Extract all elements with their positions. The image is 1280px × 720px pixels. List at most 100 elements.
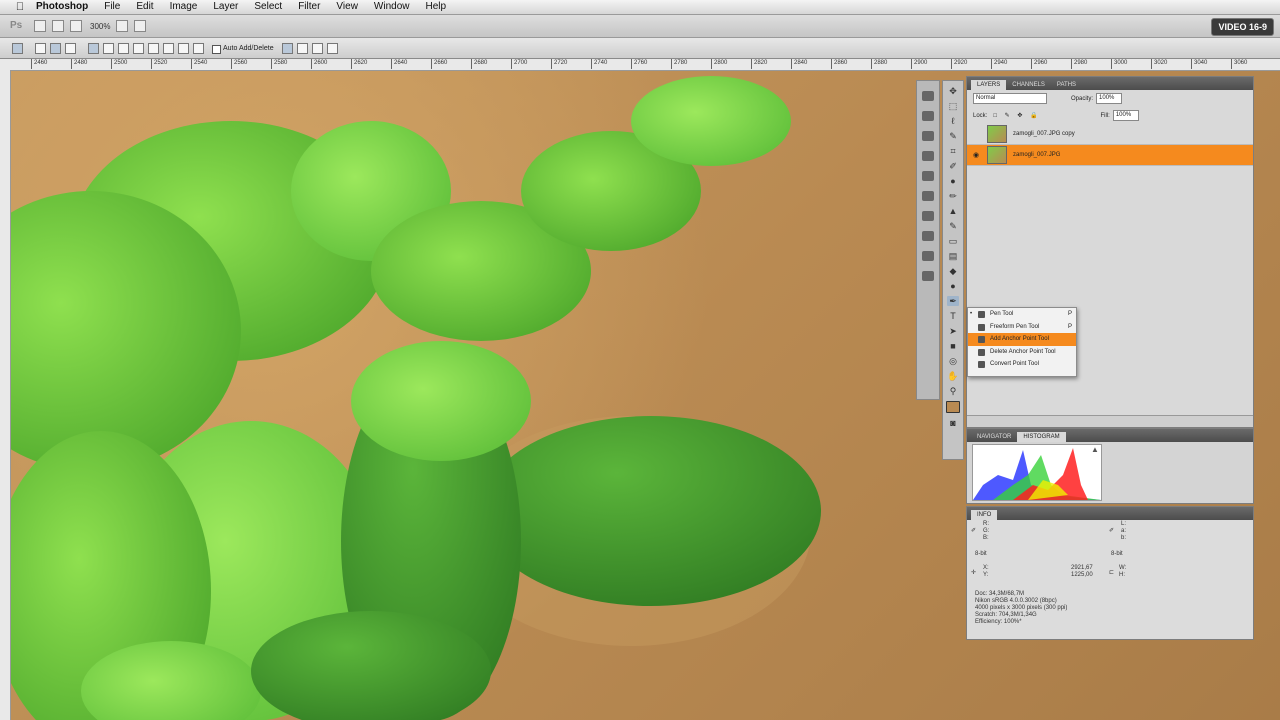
menu-view[interactable]: View bbox=[328, 0, 366, 14]
ruler-tick: 2960 bbox=[1031, 59, 1047, 69]
brush-tool-icon[interactable]: ✏ bbox=[947, 191, 959, 201]
screen-mode-button[interactable] bbox=[134, 20, 147, 32]
color-icon[interactable] bbox=[922, 131, 934, 141]
ruler-tick: 2920 bbox=[951, 59, 967, 69]
tab-channels[interactable]: CHANNELS bbox=[1006, 80, 1051, 90]
history-icon[interactable] bbox=[922, 91, 934, 101]
character-icon[interactable] bbox=[922, 191, 934, 201]
menu-layer[interactable]: Layer bbox=[205, 0, 246, 14]
line-icon[interactable] bbox=[178, 42, 189, 54]
history-brush-tool-icon[interactable]: ✎ bbox=[947, 221, 959, 231]
lock-row: Lock: □ ✎ ✥ 🔒 Fill: 100% bbox=[967, 107, 1253, 124]
marquee-tool-icon[interactable]: ⬚ bbox=[947, 101, 959, 111]
pen-tool-icon[interactable]: ✒ bbox=[947, 296, 959, 306]
menu-help[interactable]: Help bbox=[418, 0, 455, 14]
crosshair-icon: ✛ bbox=[971, 570, 977, 576]
path-selection-tool-icon[interactable]: ➤ bbox=[947, 326, 959, 336]
arrange-documents-button[interactable] bbox=[116, 20, 129, 32]
adjustments-icon[interactable] bbox=[922, 171, 934, 181]
x-label: X: bbox=[983, 565, 989, 571]
layer-row[interactable]: zamogli_007.JPG copy bbox=[967, 124, 1253, 145]
zoom-tool-icon[interactable]: ⚲ bbox=[947, 386, 959, 396]
move-tool-icon[interactable]: ✥ bbox=[947, 86, 959, 96]
hand-tool-icon[interactable]: ✋ bbox=[947, 371, 959, 381]
tab-paths[interactable]: PATHS bbox=[1051, 80, 1082, 90]
actions-icon[interactable] bbox=[922, 111, 934, 121]
menu-app-name[interactable]: Photoshop bbox=[36, 0, 96, 14]
pen-tool-preset-icon[interactable] bbox=[12, 42, 23, 54]
eyedropper-tool-icon[interactable]: ✐ bbox=[947, 161, 959, 171]
eye-icon[interactable]: ◉ bbox=[971, 151, 981, 159]
crop-tool-icon[interactable]: ⌗ bbox=[947, 146, 959, 156]
shortcut-key: P bbox=[1067, 311, 1072, 317]
zoom-level-select[interactable]: 300% bbox=[90, 22, 110, 31]
eraser-tool-icon[interactable]: ▭ bbox=[947, 236, 959, 246]
gradient-tool-icon[interactable]: ▤ bbox=[947, 251, 959, 261]
layer-thumbnail bbox=[987, 146, 1007, 164]
freeform-pen-icon[interactable] bbox=[103, 42, 114, 54]
foreground-color-swatch[interactable] bbox=[946, 401, 960, 413]
auto-add-delete-checkbox[interactable] bbox=[212, 44, 221, 54]
type-tool-icon[interactable]: T bbox=[947, 311, 959, 321]
polygon-icon[interactable] bbox=[163, 42, 174, 54]
tab-histogram[interactable]: HISTOGRAM bbox=[1017, 432, 1066, 442]
fill-input[interactable]: 100% bbox=[1112, 110, 1139, 121]
flyout-add-anchor-point-tool[interactable]: Add Anchor Point Tool bbox=[968, 333, 1076, 346]
blend-mode-select[interactable]: Normal bbox=[973, 93, 1047, 104]
rectangle-icon[interactable] bbox=[118, 42, 129, 54]
menu-file[interactable]: File bbox=[96, 0, 128, 14]
delete-anchor-point-icon bbox=[978, 348, 985, 356]
tab-navigator[interactable]: NAVIGATOR bbox=[971, 432, 1017, 442]
lock-icons[interactable]: □ ✎ ✥ 🔒 bbox=[993, 112, 1040, 119]
clone-source-icon[interactable] bbox=[922, 271, 934, 281]
ellipse-icon[interactable] bbox=[148, 42, 159, 54]
menu-bar:  Photoshop File Edit Image Layer Select… bbox=[0, 0, 1280, 15]
opacity-input[interactable]: 100% bbox=[1096, 93, 1123, 104]
blur-tool-icon[interactable]: ◆ bbox=[947, 266, 959, 276]
ruler-tick: 2860 bbox=[831, 59, 847, 69]
3d-tool-icon[interactable]: ◎ bbox=[947, 356, 959, 366]
custom-shape-icon[interactable] bbox=[193, 42, 204, 54]
pen-icon[interactable] bbox=[88, 42, 99, 54]
stamp-tool-icon[interactable]: ▲ bbox=[947, 206, 959, 216]
flyout-pen-tool[interactable]: • Pen Tool P bbox=[968, 308, 1076, 321]
flyout-convert-point-tool[interactable]: Convert Point Tool bbox=[968, 358, 1076, 371]
warning-icon[interactable]: ▲ bbox=[1091, 445, 1099, 454]
dodge-tool-icon[interactable]: ● bbox=[947, 281, 959, 291]
shape-layers-icon[interactable] bbox=[35, 42, 46, 54]
launch-bridge-button[interactable] bbox=[34, 20, 46, 32]
launch-minibridge-button[interactable] bbox=[52, 20, 64, 32]
quick-select-tool-icon[interactable]: ✎ bbox=[947, 131, 959, 141]
quick-mask-icon[interactable]: ◙ bbox=[947, 418, 959, 428]
paths-mode-icon[interactable] bbox=[50, 42, 61, 54]
tab-layers[interactable]: LAYERS bbox=[971, 80, 1007, 90]
healing-tool-icon[interactable]: ● bbox=[947, 176, 959, 186]
shape-tool-icon[interactable]: ■ bbox=[947, 341, 959, 351]
menu-image[interactable]: Image bbox=[162, 0, 206, 14]
tab-info[interactable]: INFO bbox=[971, 510, 998, 520]
paragraph-icon[interactable] bbox=[922, 211, 934, 221]
menu-window[interactable]: Window bbox=[366, 0, 418, 14]
y-value: 1225,00 bbox=[1071, 572, 1093, 578]
flyout-delete-anchor-point-tool[interactable]: Delete Anchor Point Tool bbox=[968, 346, 1076, 359]
menu-filter[interactable]: Filter bbox=[290, 0, 328, 14]
path-subtract-icon[interactable] bbox=[296, 42, 308, 54]
ruler-tick: 2740 bbox=[591, 59, 607, 69]
menu-select[interactable]: Select bbox=[246, 0, 290, 14]
bit-depth-left: 8-bit bbox=[975, 551, 987, 557]
ruler-tick: 2560 bbox=[231, 59, 247, 69]
path-intersect-icon[interactable] bbox=[311, 42, 323, 54]
menu-edit[interactable]: Edit bbox=[128, 0, 161, 14]
path-add-icon[interactable] bbox=[281, 42, 293, 54]
tool-presets-icon[interactable] bbox=[922, 251, 934, 261]
brush-icon[interactable] bbox=[922, 231, 934, 241]
flyout-freeform-pen-tool[interactable]: Freeform Pen Tool P bbox=[968, 321, 1076, 334]
fill-pixels-icon[interactable] bbox=[65, 42, 76, 54]
swatches-icon[interactable] bbox=[922, 151, 934, 161]
apple-icon[interactable]:  bbox=[13, 0, 27, 14]
rounded-rectangle-icon[interactable] bbox=[133, 42, 144, 54]
path-exclude-icon[interactable] bbox=[326, 42, 338, 54]
layer-row-selected[interactable]: ◉ zamogli_007.JPG bbox=[967, 145, 1253, 166]
view-extras-button[interactable] bbox=[70, 20, 82, 32]
lasso-tool-icon[interactable]: ℓ bbox=[947, 116, 959, 126]
